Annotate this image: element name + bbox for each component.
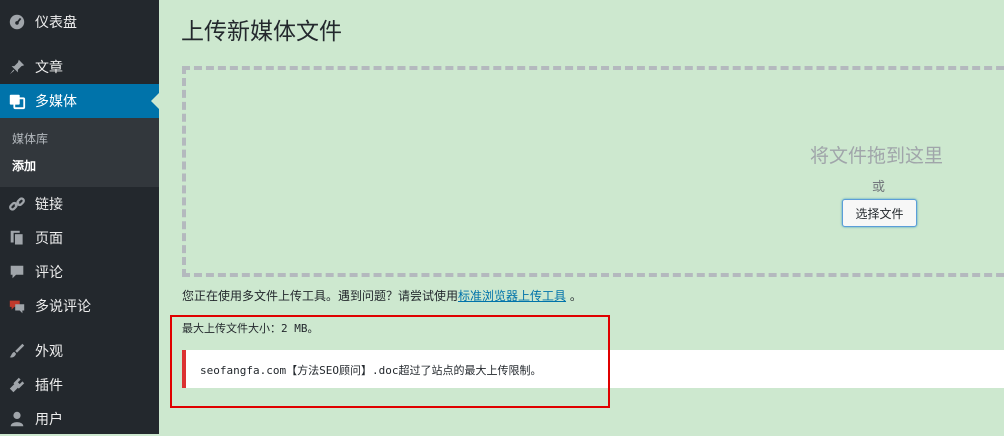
user-icon: [7, 409, 27, 429]
select-files-button[interactable]: 选择文件: [842, 199, 917, 227]
sidebar-item-links[interactable]: 链接: [0, 187, 159, 221]
browser-uploader-link[interactable]: 标准浏览器上传工具: [458, 289, 566, 303]
submenu-item-library[interactable]: 媒体库: [12, 130, 48, 147]
sidebar-item-plugins[interactable]: 插件: [0, 368, 159, 402]
highlight-box: [170, 315, 610, 408]
sidebar-item-label: 评论: [35, 265, 63, 281]
sidebar-item-users[interactable]: 用户: [0, 402, 159, 436]
drop-zone[interactable]: [182, 66, 1004, 277]
uploader-note: 您正在使用多文件上传工具。遇到问题？请尝试使用标准浏览器上传工具 。: [182, 287, 582, 304]
duoshuo-icon: [7, 296, 27, 316]
sidebar-item-media[interactable]: 多媒体: [0, 84, 159, 118]
brush-icon: [7, 341, 27, 361]
sidebar-item-posts[interactable]: 文章: [0, 50, 159, 84]
media-icon: [7, 91, 27, 111]
sidebar-item-label: 链接: [35, 197, 63, 213]
plugin-icon: [7, 375, 27, 395]
page-title: 上传新媒体文件: [181, 19, 342, 45]
sidebar-item-label: 多媒体: [35, 94, 77, 110]
sidebar-item-label: 页面: [35, 231, 63, 247]
uploader-note-end: 。: [566, 289, 582, 303]
comment-icon: [7, 262, 27, 282]
sidebar-item-label: 仪表盘: [35, 15, 77, 31]
pin-icon: [7, 57, 27, 77]
link-icon: [7, 194, 27, 214]
sidebar-item-comments[interactable]: 评论: [0, 255, 159, 289]
sidebar-item-duoshuo[interactable]: 多说评论: [0, 289, 159, 323]
pages-icon: [7, 228, 27, 248]
sidebar-item-dashboard[interactable]: 仪表盘: [0, 5, 159, 39]
sidebar-item-label: 外观: [35, 344, 63, 360]
sidebar-item-appearance[interactable]: 外观: [0, 334, 159, 368]
sidebar-item-label: 文章: [35, 60, 63, 76]
dashboard-icon: [7, 12, 27, 32]
uploader-note-text: 您正在使用多文件上传工具。遇到问题？请尝试使用: [182, 289, 459, 303]
drop-instructions: 将文件拖到这里: [810, 145, 944, 167]
media-submenu: 媒体库 添加: [0, 118, 159, 187]
sidebar-item-label: 多说评论: [35, 299, 91, 315]
sidebar-item-label: 用户: [35, 412, 63, 428]
sidebar-item-label: 插件: [35, 378, 63, 394]
submenu-item-add[interactable]: 添加: [12, 157, 36, 174]
drop-or-text: 或: [872, 180, 886, 195]
admin-sidebar: 仪表盘 文章 多媒体 媒体库 添加 链接 页面 评论 多说评论 外观 插件 用户: [0, 0, 159, 434]
sidebar-item-pages[interactable]: 页面: [0, 221, 159, 255]
